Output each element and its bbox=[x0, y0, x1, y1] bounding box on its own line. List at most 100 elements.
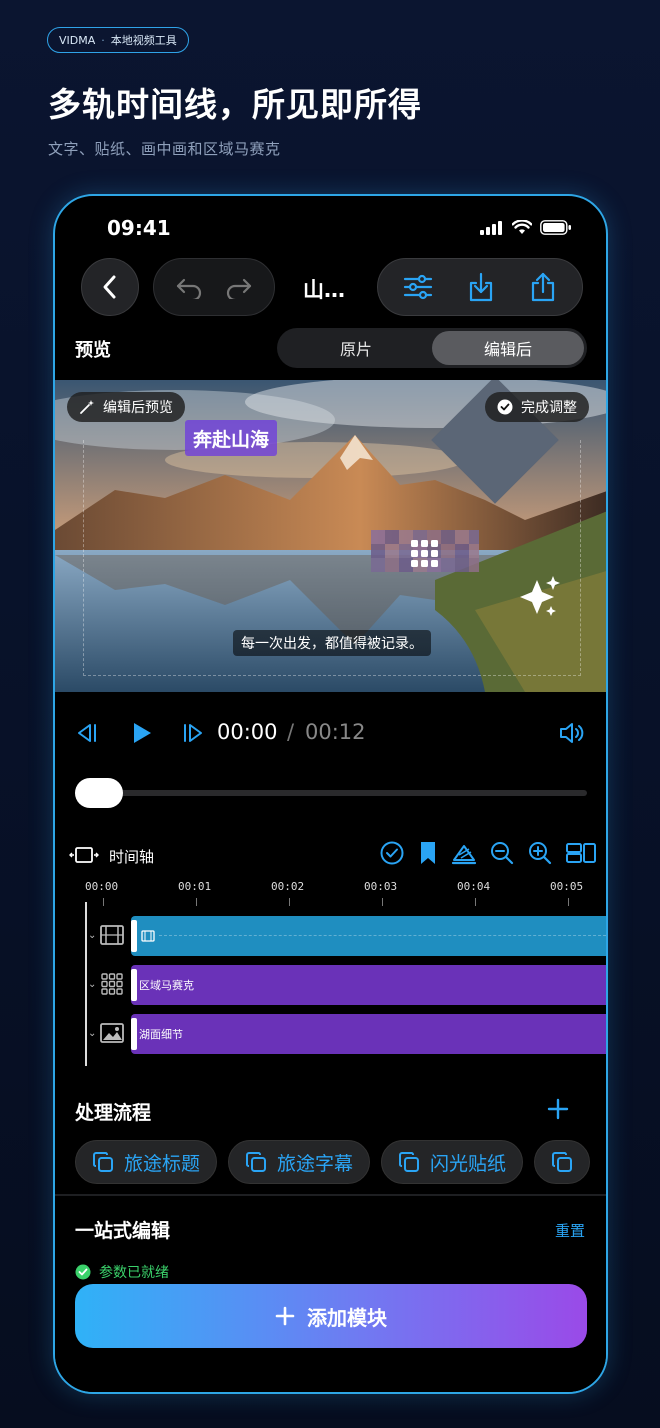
track-mosaic: ⌄ 区域马赛克 bbox=[55, 965, 606, 1005]
ready-status-label: 参数已就绪 bbox=[99, 1265, 169, 1281]
chevron-left-icon bbox=[103, 275, 116, 299]
scrubber-track bbox=[75, 790, 587, 796]
image-clip[interactable]: 湖面细节 bbox=[131, 1014, 606, 1054]
back-button[interactable] bbox=[81, 258, 139, 316]
adjust-sliders-icon[interactable] bbox=[403, 273, 433, 301]
flow-chip[interactable]: 旅途标题 bbox=[75, 1140, 218, 1184]
undo-redo-group bbox=[153, 258, 275, 316]
timeline-tools bbox=[379, 840, 597, 866]
hero-title: 多轨时间线，所见即所得 bbox=[48, 85, 422, 124]
copy-icon bbox=[93, 1152, 113, 1172]
ruler-tick: 00:04 bbox=[457, 880, 491, 893]
flow-chip[interactable]: 旅途字幕 bbox=[228, 1140, 371, 1184]
video-preview[interactable]: 编辑后预览 完成调整 奔赴山海 每一次出发，都值得被记录。 bbox=[55, 380, 606, 692]
download-icon[interactable] bbox=[467, 272, 495, 302]
film-icon bbox=[100, 925, 124, 945]
clip-handle[interactable] bbox=[131, 920, 137, 952]
clip-handle[interactable] bbox=[131, 1018, 137, 1050]
add-flow-button[interactable] bbox=[547, 1094, 569, 1127]
ruler-mark bbox=[289, 898, 290, 906]
bookmark-icon[interactable] bbox=[417, 840, 439, 866]
magic-wand-icon bbox=[80, 400, 94, 414]
grid-icon bbox=[101, 973, 123, 995]
copy-icon bbox=[399, 1152, 420, 1172]
track-collapse-icon[interactable]: ⌄ bbox=[88, 979, 96, 990]
ruler-mark bbox=[382, 898, 383, 906]
ruler-tick: 00:05 bbox=[550, 880, 584, 893]
ruler-tick: 00:02 bbox=[271, 880, 305, 893]
segment-edited[interactable]: 编辑后 bbox=[432, 331, 584, 365]
layout-toggle-icon[interactable] bbox=[565, 840, 597, 866]
section-divider bbox=[55, 1194, 606, 1196]
ruler-tick: 00:00 bbox=[85, 880, 119, 893]
edited-preview-label: 编辑后预览 bbox=[103, 400, 173, 416]
ruler-tick: 00:03 bbox=[364, 880, 398, 893]
track-collapse-icon[interactable]: ⌄ bbox=[88, 1028, 96, 1039]
mosaic-clip[interactable]: 区域马赛克 bbox=[131, 965, 606, 1005]
track-collapse-icon[interactable]: ⌄ bbox=[88, 930, 96, 941]
undo-icon[interactable] bbox=[175, 275, 203, 299]
snap-icon[interactable] bbox=[451, 840, 477, 866]
ready-status: 参数已就绪 bbox=[75, 1262, 169, 1282]
transport-bar: 00:00 / 00:12 bbox=[55, 718, 606, 748]
flow-chip-label: 旅途标题 bbox=[124, 1152, 201, 1175]
check-circle-tool-icon[interactable] bbox=[379, 840, 405, 866]
phone-frame: 09:41 山… 预览 原片 编辑后 编辑后预览 完成调整 奔赴山海 每一次出发… bbox=[53, 194, 608, 1394]
zoom-out-icon[interactable] bbox=[489, 840, 515, 866]
timeline-header: 时间轴 bbox=[55, 840, 606, 870]
step-forward-icon[interactable] bbox=[181, 722, 205, 744]
zoom-in-icon[interactable] bbox=[527, 840, 553, 866]
redo-icon[interactable] bbox=[225, 275, 253, 299]
status-time: 09:41 bbox=[107, 216, 171, 240]
compare-segmented-control: 原片 编辑后 bbox=[277, 328, 587, 368]
plus-icon bbox=[547, 1098, 569, 1120]
timeline-label: 时间轴 bbox=[109, 848, 155, 866]
add-module-button[interactable]: 添加模块 bbox=[75, 1284, 587, 1348]
clip-film-icon bbox=[141, 930, 155, 942]
share-icon[interactable] bbox=[529, 272, 557, 302]
nav-bar: 山… bbox=[55, 258, 606, 316]
timeline-tracks: ⌄ ⌄ 区域马赛克 ⌄ 湖面细节 bbox=[55, 902, 606, 1068]
status-bar: 09:41 bbox=[55, 196, 606, 258]
project-title[interactable]: 山… bbox=[303, 274, 345, 304]
time-ruler: 00:00 00:01 00:02 00:03 00:04 00:05 bbox=[55, 880, 606, 910]
status-icons bbox=[480, 220, 572, 235]
edited-preview-chip[interactable]: 编辑后预览 bbox=[67, 392, 185, 422]
preview-label: 预览 bbox=[75, 340, 111, 361]
play-icon[interactable] bbox=[131, 721, 153, 745]
clip-handle[interactable] bbox=[131, 969, 137, 1001]
copy-icon bbox=[552, 1152, 573, 1172]
onestop-title: 一站式编辑 bbox=[75, 1220, 171, 1242]
ruler-mark bbox=[568, 898, 569, 906]
scrubber[interactable] bbox=[75, 778, 587, 808]
badge-brand: VIDMA bbox=[59, 33, 96, 47]
flow-chip-label: 闪光贴纸 bbox=[430, 1152, 507, 1175]
done-adjust-chip[interactable]: 完成调整 bbox=[485, 392, 589, 422]
image-icon bbox=[100, 1023, 124, 1043]
flow-title: 处理流程 bbox=[75, 1102, 152, 1124]
flow-chip-partial[interactable] bbox=[534, 1140, 591, 1184]
subtitle-overlay[interactable]: 每一次出发，都值得被记录。 bbox=[233, 630, 431, 656]
hero-subtitle: 文字、贴纸、画中画和区域马赛克 bbox=[48, 140, 281, 158]
plus-icon bbox=[275, 1306, 295, 1326]
clip-name: 湖面细节 bbox=[139, 1028, 183, 1041]
badge-dot: · bbox=[101, 33, 105, 47]
flow-chip[interactable]: 闪光贴纸 bbox=[381, 1140, 524, 1184]
scrubber-thumb[interactable] bbox=[75, 778, 123, 808]
total-time: 00:12 bbox=[305, 720, 366, 744]
track-video: ⌄ bbox=[55, 916, 606, 956]
video-clip[interactable] bbox=[131, 916, 606, 956]
ruler-mark bbox=[196, 898, 197, 906]
check-circle-green-icon bbox=[75, 1264, 91, 1280]
step-back-icon[interactable] bbox=[75, 722, 99, 744]
clip-waveline bbox=[159, 935, 606, 936]
title-text-overlay[interactable]: 奔赴山海 bbox=[185, 420, 278, 456]
ruler-tick: 00:01 bbox=[178, 880, 212, 893]
time-separator: / bbox=[287, 720, 295, 744]
volume-icon[interactable] bbox=[558, 721, 586, 745]
battery-icon bbox=[540, 220, 571, 235]
segment-original[interactable]: 原片 bbox=[280, 331, 432, 365]
flow-chips: 旅途标题 旅途字幕 闪光贴纸 bbox=[75, 1140, 591, 1184]
ruler-mark bbox=[475, 898, 476, 906]
reset-button[interactable]: 重置 bbox=[555, 1220, 585, 1241]
